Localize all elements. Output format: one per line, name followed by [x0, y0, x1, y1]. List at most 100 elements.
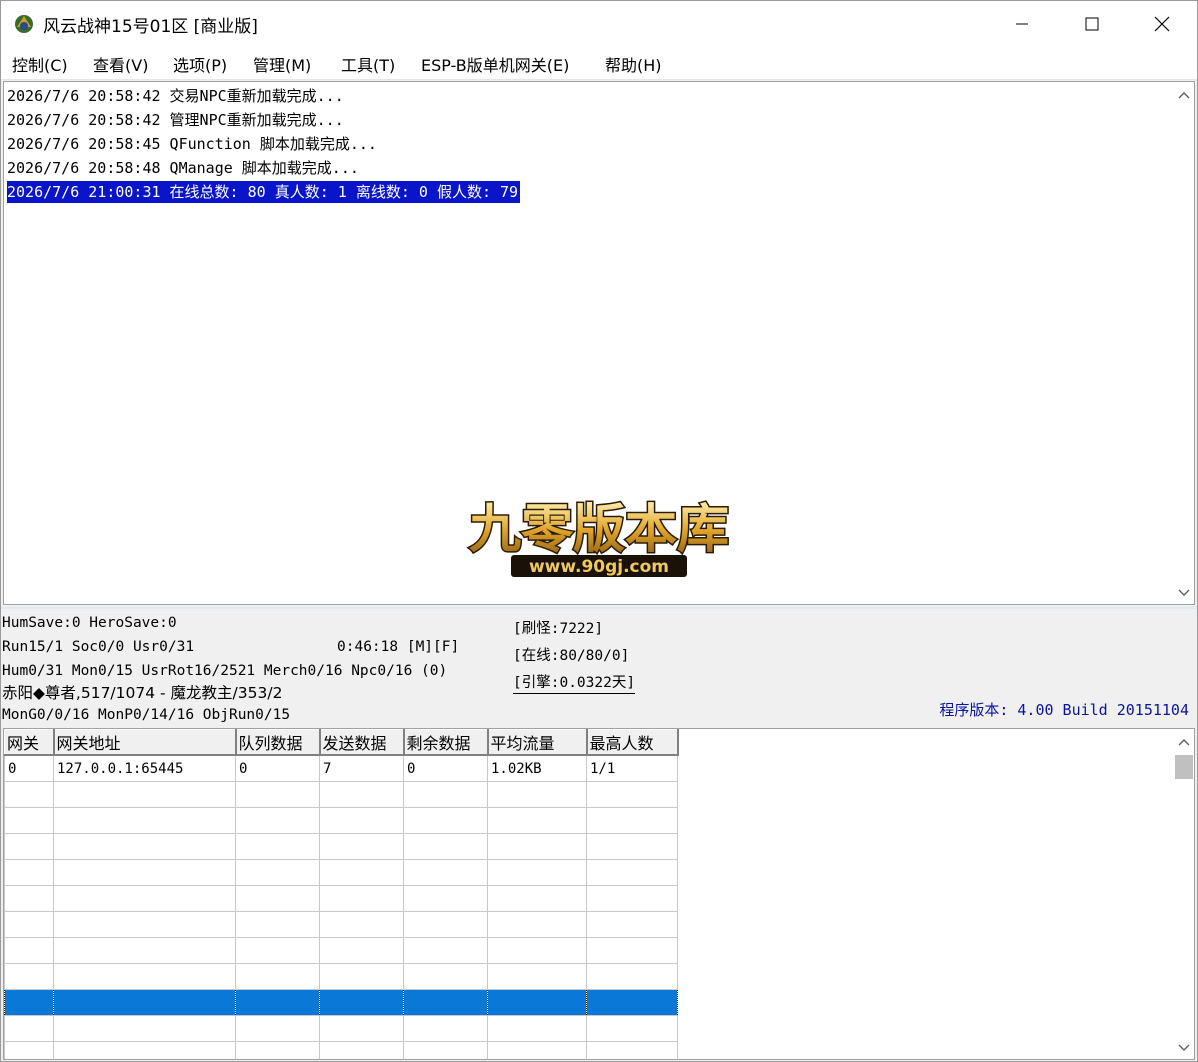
- table-cell[interactable]: [487, 807, 587, 834]
- grid-scrollbar[interactable]: [1174, 729, 1194, 1059]
- table-cell[interactable]: [319, 885, 404, 912]
- table-cell[interactable]: [403, 859, 488, 886]
- table-cell[interactable]: [586, 1041, 678, 1059]
- table-cell[interactable]: [403, 781, 488, 808]
- log-scrollbar[interactable]: [1174, 82, 1194, 604]
- table-cell[interactable]: [403, 963, 488, 990]
- table-cell[interactable]: [487, 885, 587, 912]
- log-line-selected[interactable]: 2026/7/6 21:00:31 在线总数: 80 真人数: 1 离线数: 0…: [7, 181, 521, 203]
- title-bar[interactable]: 风云战神15号01区 [商业版]: [1, 1, 1197, 47]
- table-cell[interactable]: [487, 989, 587, 1016]
- table-cell[interactable]: 1/1: [586, 754, 678, 782]
- table-cell[interactable]: [403, 989, 488, 1016]
- table-cell[interactable]: [586, 833, 678, 860]
- table-row[interactable]: [4, 1015, 678, 1042]
- table-cell[interactable]: [403, 833, 488, 860]
- table-cell[interactable]: [235, 911, 320, 938]
- scroll-down-icon[interactable]: [1178, 1041, 1190, 1053]
- col-queue-data[interactable]: 队列数据: [235, 729, 321, 756]
- table-cell[interactable]: [586, 989, 678, 1016]
- table-cell[interactable]: [319, 963, 404, 990]
- table-cell[interactable]: [319, 989, 404, 1016]
- table-cell[interactable]: [53, 885, 236, 912]
- col-sent-data[interactable]: 发送数据: [319, 729, 405, 756]
- table-cell[interactable]: [319, 781, 404, 808]
- table-cell[interactable]: [53, 911, 236, 938]
- table-row[interactable]: [4, 911, 678, 938]
- table-cell[interactable]: [4, 1041, 54, 1059]
- menu-control[interactable]: 控制(C): [12, 52, 68, 76]
- table-cell[interactable]: [586, 963, 678, 990]
- table-cell[interactable]: [4, 989, 54, 1016]
- table-row[interactable]: 0 127.0.0.1:65445 0 7 0 1.02KB 1/1: [4, 754, 678, 782]
- table-cell[interactable]: [4, 1015, 54, 1042]
- menu-help[interactable]: 帮助(H): [605, 52, 662, 76]
- table-cell[interactable]: [235, 859, 320, 886]
- table-cell[interactable]: [586, 885, 678, 912]
- log-line[interactable]: 2026/7/6 20:58:45 QFunction 脚本加载完成...: [7, 133, 377, 155]
- table-cell[interactable]: [319, 911, 404, 938]
- table-cell[interactable]: [235, 963, 320, 990]
- gateway-table[interactable]: 网关 网关地址 队列数据 发送数据 剩余数据 平均流量 最高人数 0 127.0…: [4, 729, 679, 1059]
- table-cell[interactable]: [487, 859, 587, 886]
- table-cell[interactable]: [235, 989, 320, 1016]
- table-cell[interactable]: [487, 937, 587, 964]
- gateway-grid[interactable]: 网关 网关地址 队列数据 发送数据 剩余数据 平均流量 最高人数 0 127.0…: [3, 728, 1195, 1060]
- table-row[interactable]: [4, 937, 678, 964]
- table-cell[interactable]: [586, 781, 678, 808]
- table-cell[interactable]: [53, 781, 236, 808]
- table-cell[interactable]: [487, 1015, 587, 1042]
- table-cell[interactable]: [319, 1015, 404, 1042]
- table-cell[interactable]: 0: [235, 754, 320, 782]
- table-cell[interactable]: [235, 781, 320, 808]
- menu-tools[interactable]: 工具(T): [341, 52, 395, 76]
- menu-manage[interactable]: 管理(M): [253, 52, 311, 76]
- table-cell[interactable]: [403, 1041, 488, 1059]
- table-cell[interactable]: 1.02KB: [487, 754, 587, 782]
- col-max-users[interactable]: 最高人数: [586, 729, 679, 756]
- table-cell[interactable]: [4, 963, 54, 990]
- table-cell[interactable]: 7: [319, 754, 404, 782]
- table-cell[interactable]: [235, 937, 320, 964]
- table-cell[interactable]: [53, 1041, 236, 1059]
- table-cell[interactable]: [586, 937, 678, 964]
- table-row[interactable]: [4, 885, 678, 912]
- table-cell[interactable]: [4, 911, 54, 938]
- table-cell[interactable]: 0: [403, 754, 488, 782]
- table-row[interactable]: [4, 807, 678, 834]
- table-cell[interactable]: [586, 1015, 678, 1042]
- table-cell[interactable]: [403, 937, 488, 964]
- log-line[interactable]: 2026/7/6 20:58:42 交易NPC重新加载完成...: [7, 85, 344, 107]
- col-gateway[interactable]: 网关: [4, 729, 55, 756]
- table-row[interactable]: [4, 963, 678, 990]
- table-cell[interactable]: [403, 911, 488, 938]
- table-cell[interactable]: [53, 807, 236, 834]
- col-remaining-data[interactable]: 剩余数据: [403, 729, 489, 756]
- table-cell[interactable]: [53, 833, 236, 860]
- menu-options[interactable]: 选项(P): [173, 52, 227, 76]
- table-row[interactable]: [4, 859, 678, 886]
- table-row-selected[interactable]: [4, 989, 678, 1016]
- table-cell[interactable]: [53, 937, 236, 964]
- table-cell[interactable]: [53, 989, 236, 1016]
- menu-view[interactable]: 查看(V): [93, 52, 148, 76]
- table-cell[interactable]: [235, 885, 320, 912]
- table-row[interactable]: [4, 1041, 678, 1059]
- table-cell[interactable]: [403, 1015, 488, 1042]
- table-cell[interactable]: [403, 885, 488, 912]
- table-cell[interactable]: [319, 833, 404, 860]
- table-cell[interactable]: [235, 807, 320, 834]
- table-cell[interactable]: [235, 833, 320, 860]
- minimize-button[interactable]: [987, 1, 1057, 47]
- scroll-up-icon[interactable]: [1178, 90, 1190, 102]
- table-cell[interactable]: [586, 911, 678, 938]
- table-cell[interactable]: [487, 963, 587, 990]
- table-cell[interactable]: [4, 781, 54, 808]
- table-cell[interactable]: [4, 937, 54, 964]
- table-cell[interactable]: [403, 807, 488, 834]
- scroll-down-icon[interactable]: [1178, 586, 1190, 598]
- scroll-up-icon[interactable]: [1178, 737, 1190, 749]
- table-cell[interactable]: [319, 807, 404, 834]
- table-cell[interactable]: [53, 1015, 236, 1042]
- grid-scroll-thumb[interactable]: [1175, 755, 1193, 779]
